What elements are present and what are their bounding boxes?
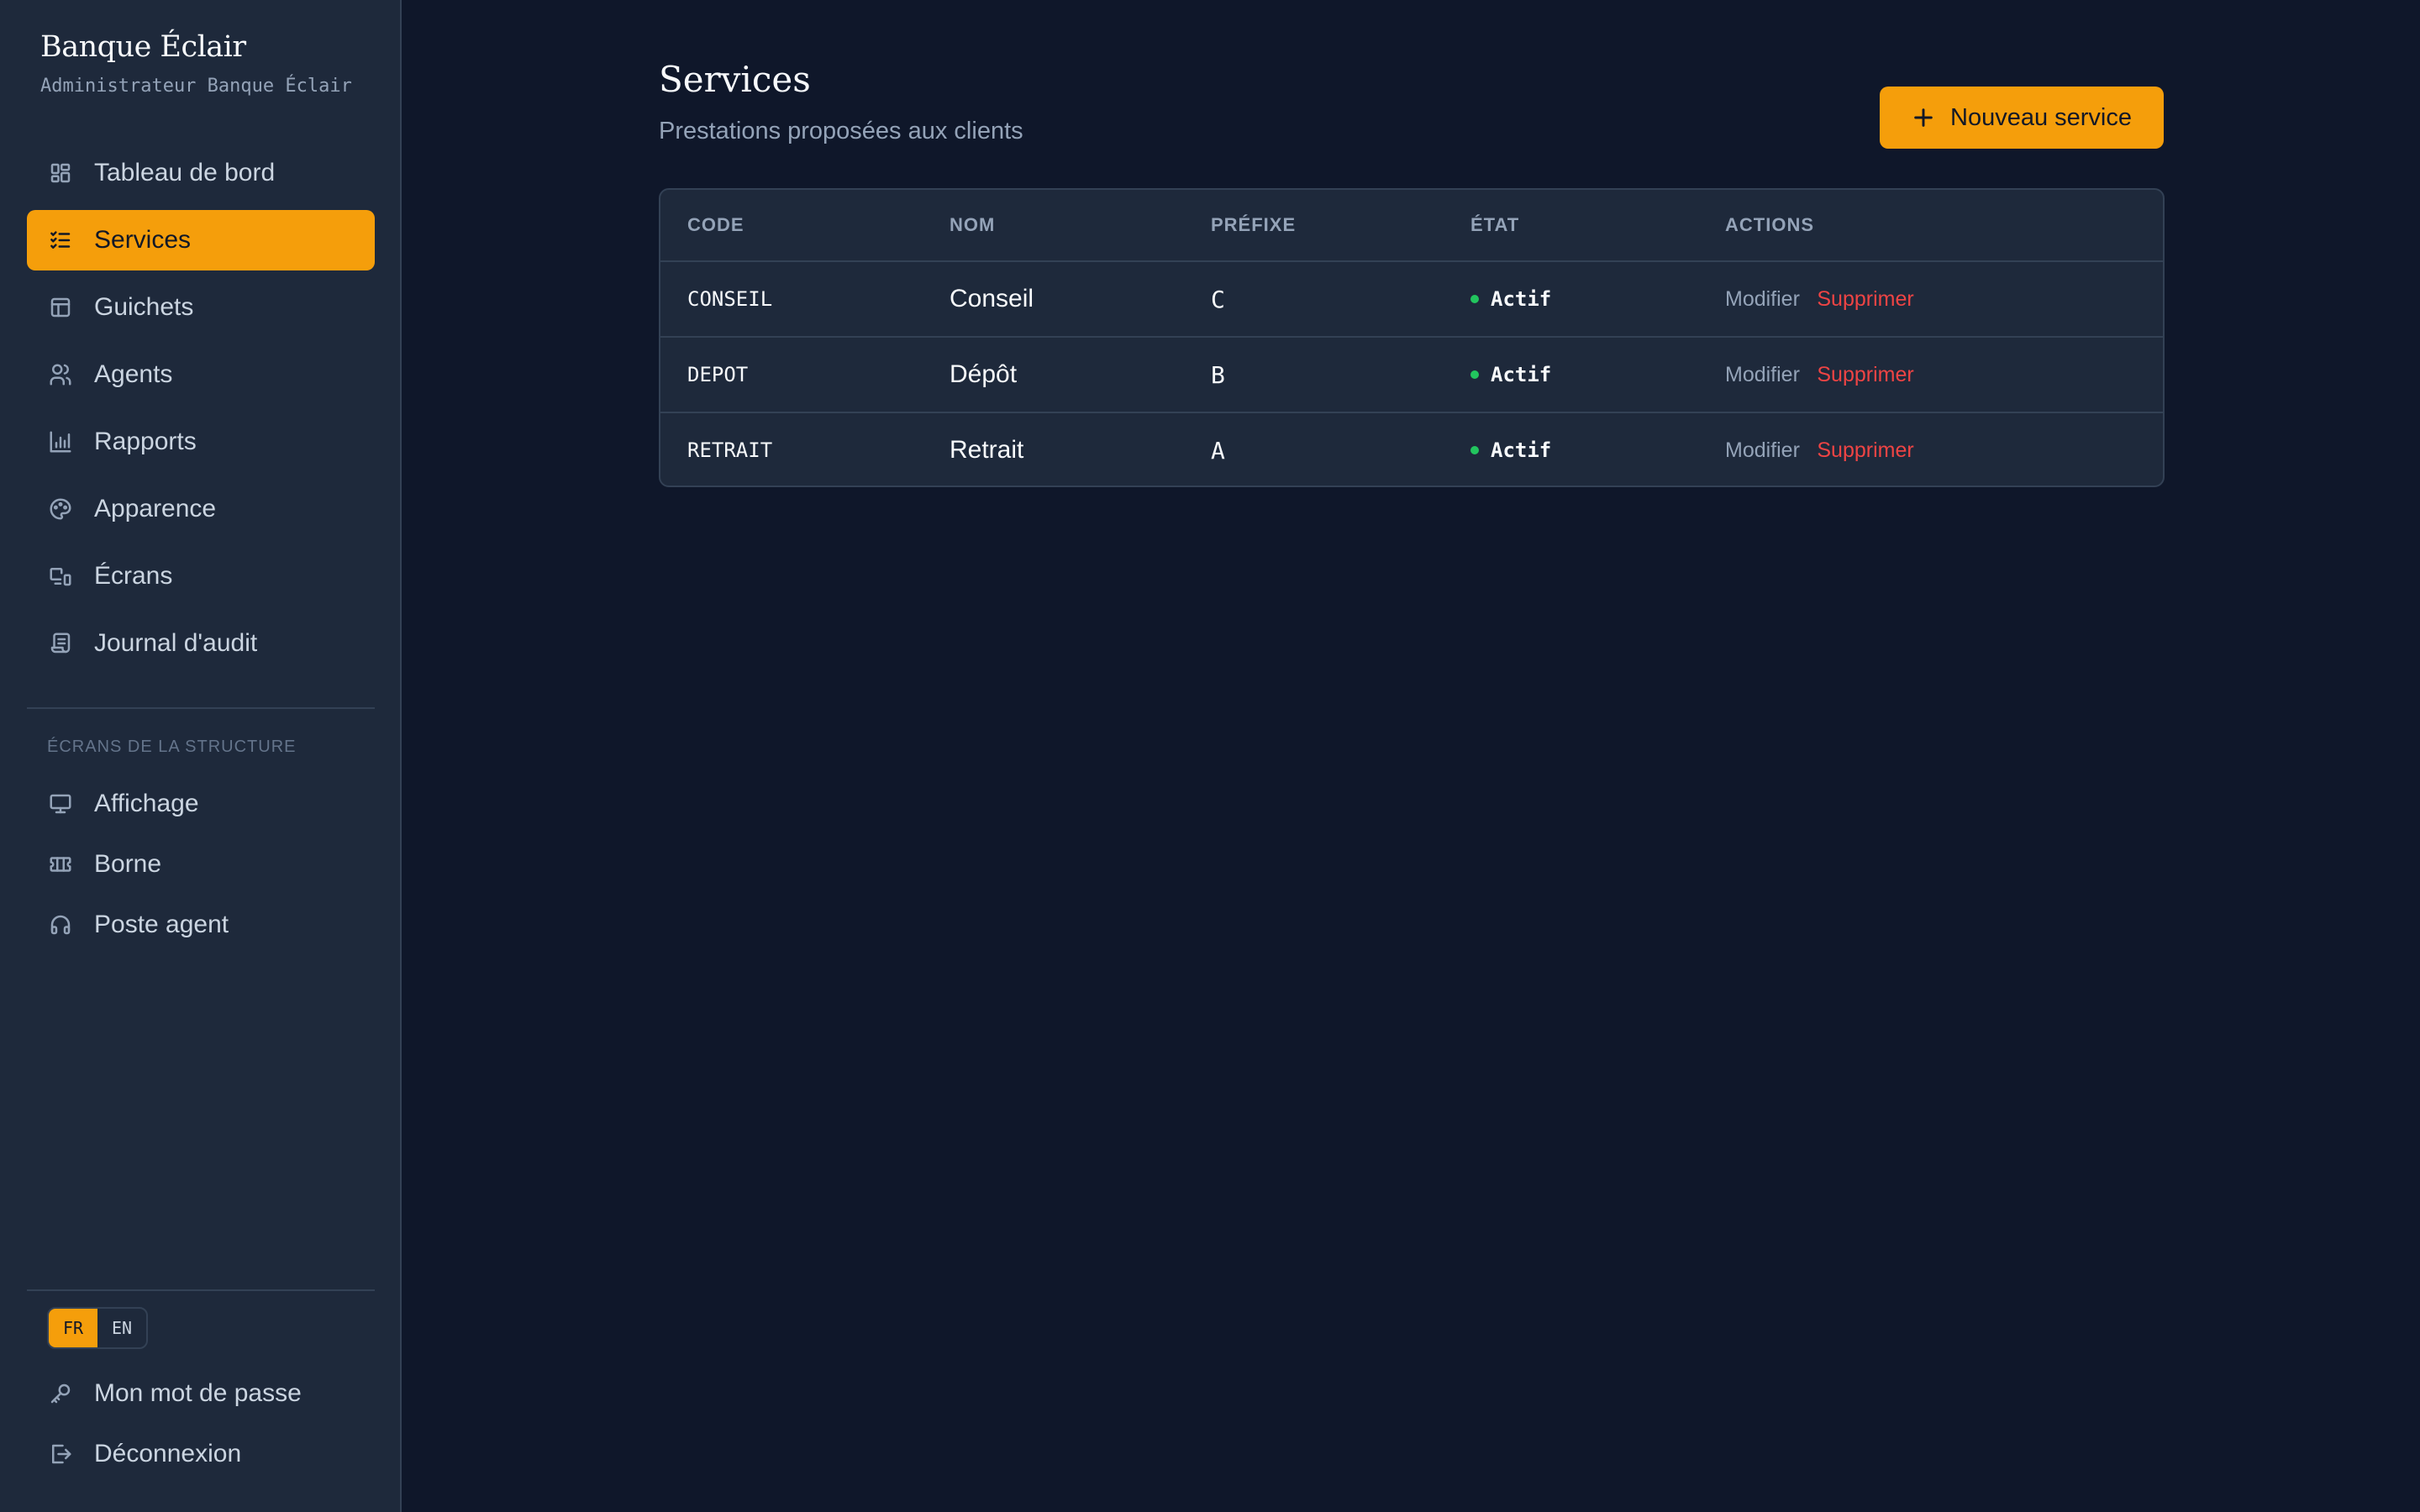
status-dot-icon	[1470, 446, 1479, 454]
cell-code: DEPOT	[687, 363, 749, 386]
cell-code: CONSEIL	[687, 287, 773, 311]
sidebar-item-label: Agents	[94, 360, 173, 388]
services-table: CODE NOM PRÉFIXE ÉTAT ACTIONS CONSEIL Co…	[659, 188, 2165, 487]
row-actions: Modifier Supprimer	[1725, 438, 1914, 463]
sidebar-item-label: Affichage	[94, 790, 199, 817]
bar-chart-icon	[47, 428, 74, 455]
sidebar-item-affichage[interactable]: Affichage	[27, 774, 375, 833]
cell-code: RETRAIT	[687, 438, 773, 462]
layout-icon	[47, 294, 74, 321]
lang-fr-button[interactable]: FR	[49, 1309, 97, 1347]
sidebar-item-label: Services	[94, 226, 192, 254]
status-label: Actif	[1491, 287, 1552, 311]
sidebar-item-label: Écrans	[94, 562, 173, 590]
edit-link[interactable]: Modifier	[1725, 363, 1800, 386]
page-title: Services	[659, 59, 811, 100]
sidebar: Banque Éclair Administrateur Banque Écla…	[0, 0, 402, 1512]
sidebar-item-agents[interactable]: Agents	[27, 344, 375, 405]
sidebar-item-ecrans[interactable]: Écrans	[27, 546, 375, 606]
sidebar-item-poste-agent[interactable]: Poste agent	[27, 895, 375, 954]
sidebar-item-mon-mot-de-passe[interactable]: Mon mot de passe	[27, 1364, 375, 1423]
brand-title: Banque Éclair	[40, 30, 246, 64]
sidebar-item-label: Rapports	[94, 428, 197, 455]
sidebar-item-journal-d-audit[interactable]: Journal d'audit	[27, 613, 375, 674]
list-check-icon	[47, 227, 74, 254]
palette-icon	[47, 496, 74, 522]
delete-link[interactable]: Supprimer	[1817, 287, 1913, 311]
table-row: DEPOT Dépôt B Actif Modifier Supprimer	[660, 338, 2163, 413]
sidebar-item-label: Tableau de bord	[94, 159, 276, 186]
ticket-icon	[47, 851, 74, 878]
logout-icon	[47, 1441, 74, 1467]
section-label-screens: ÉCRANS DE LA STRUCTURE	[47, 738, 297, 756]
table-row: CONSEIL Conseil C Actif Modifier Supprim…	[660, 262, 2163, 338]
table-row: RETRAIT Retrait A Actif Modifier Supprim…	[660, 413, 2163, 486]
sidebar-item-services[interactable]: Services	[27, 210, 375, 270]
table-header: CODE NOM PRÉFIXE ÉTAT ACTIONS	[660, 190, 2163, 262]
page-subtitle: Prestations proposées aux clients	[659, 118, 1023, 144]
sidebar-divider-bottom	[27, 1289, 375, 1291]
sidebar-item-rapports[interactable]: Rapports	[27, 412, 375, 472]
delete-link[interactable]: Supprimer	[1817, 438, 1913, 462]
scroll-icon	[47, 630, 74, 657]
main-nav: Tableau de bord Services Guichets Agents…	[27, 143, 375, 680]
row-actions: Modifier Supprimer	[1725, 287, 1914, 312]
cell-prefix: A	[1211, 436, 1225, 465]
edit-link[interactable]: Modifier	[1725, 287, 1800, 311]
cell-prefix: B	[1211, 360, 1225, 389]
new-service-button[interactable]: Nouveau service	[1880, 87, 2164, 149]
delete-link[interactable]: Supprimer	[1817, 363, 1913, 386]
users-icon	[47, 361, 74, 388]
new-service-label: Nouveau service	[1950, 103, 2132, 131]
header-name: NOM	[950, 214, 996, 235]
sidebar-divider	[27, 707, 375, 709]
account-nav: Mon mot de passe Déconnexion	[27, 1364, 375, 1485]
cell-name: Retrait	[950, 436, 1024, 464]
status-label: Actif	[1491, 363, 1552, 386]
sidebar-item-label: Guichets	[94, 293, 194, 321]
header-state: ÉTAT	[1470, 214, 1520, 235]
lang-en-button[interactable]: EN	[97, 1309, 146, 1347]
sidebar-item-borne[interactable]: Borne	[27, 835, 375, 894]
status-badge: Actif	[1470, 363, 1551, 386]
sidebar-item-tableau-de-bord[interactable]: Tableau de bord	[27, 143, 375, 203]
header-prefix: PRÉFIXE	[1211, 214, 1297, 235]
sidebar-item-label: Borne	[94, 850, 162, 878]
sidebar-item-guichets[interactable]: Guichets	[27, 277, 375, 338]
monitor-icon	[47, 790, 74, 817]
screens-nav: Affichage Borne Poste agent	[27, 774, 375, 956]
sidebar-item-label: Apparence	[94, 495, 217, 522]
cell-prefix: C	[1211, 285, 1225, 313]
sidebar-item-label: Poste agent	[94, 911, 229, 938]
key-icon	[47, 1380, 74, 1407]
plus-icon	[1914, 108, 1933, 127]
dashboard-icon	[47, 160, 74, 186]
brand-subtitle: Administrateur Banque Éclair	[40, 76, 352, 97]
language-switcher: FR EN	[47, 1307, 148, 1349]
headphones-icon	[47, 911, 74, 938]
cell-name: Dépôt	[950, 360, 1018, 388]
status-dot-icon	[1470, 295, 1479, 303]
sidebar-item-label: Déconnexion	[94, 1440, 242, 1467]
sidebar-item-deconnexion[interactable]: Déconnexion	[27, 1425, 375, 1483]
cell-name: Conseil	[950, 285, 1034, 312]
header-actions: ACTIONS	[1725, 214, 1814, 235]
edit-link[interactable]: Modifier	[1725, 438, 1800, 462]
row-actions: Modifier Supprimer	[1725, 363, 1914, 387]
devices-icon	[47, 563, 74, 590]
sidebar-item-label: Journal d'audit	[94, 629, 258, 657]
sidebar-item-apparence[interactable]: Apparence	[27, 479, 375, 539]
status-badge: Actif	[1470, 287, 1551, 311]
status-label: Actif	[1491, 438, 1552, 462]
status-dot-icon	[1470, 370, 1479, 379]
status-badge: Actif	[1470, 438, 1551, 462]
header-code: CODE	[687, 214, 744, 235]
sidebar-item-label: Mon mot de passe	[94, 1379, 302, 1407]
